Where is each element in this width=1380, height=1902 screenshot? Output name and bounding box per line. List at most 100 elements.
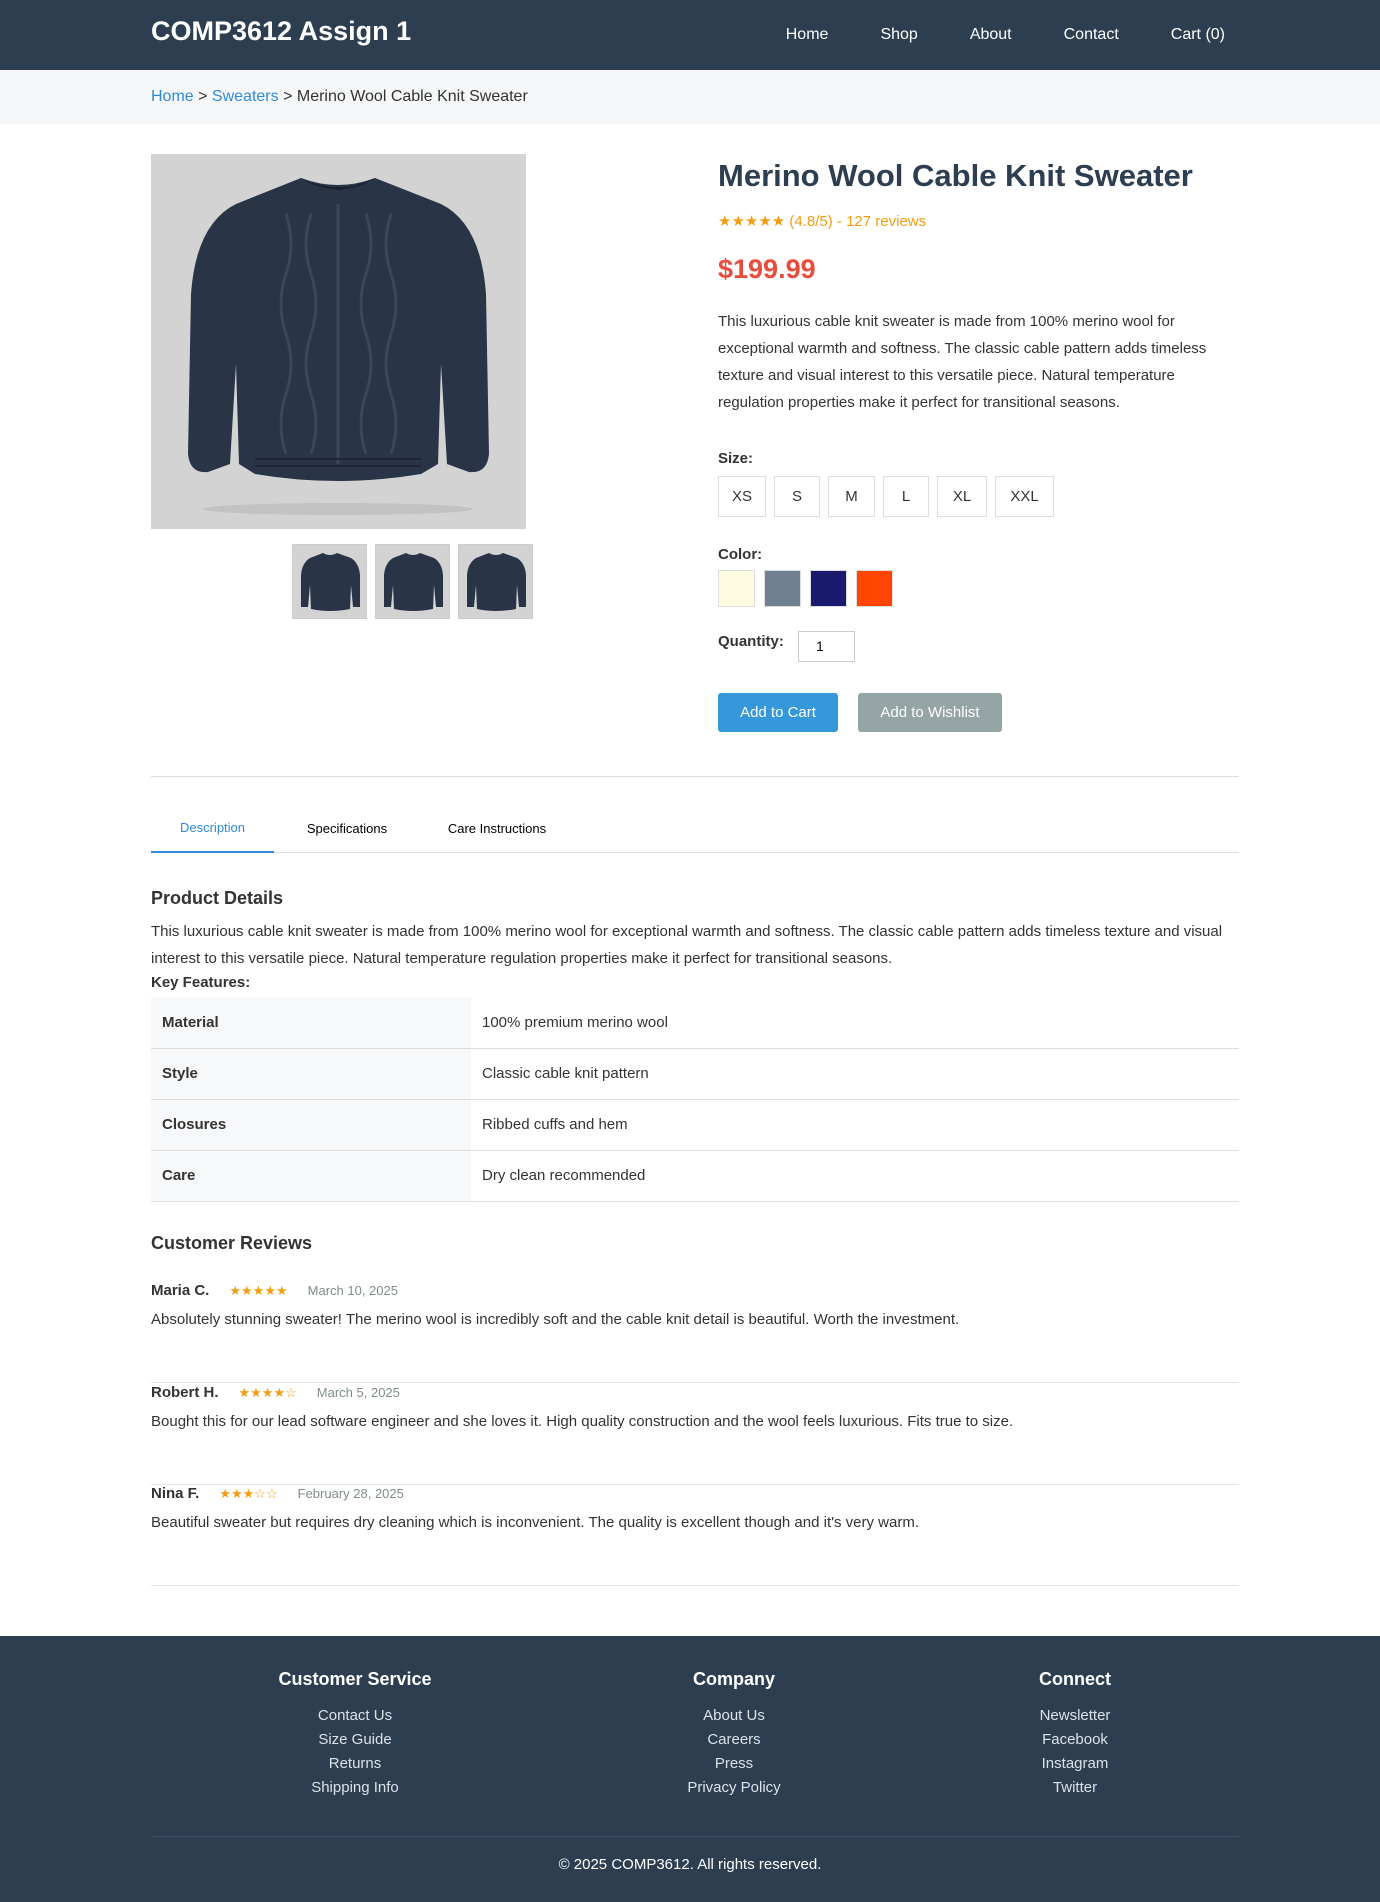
breadcrumb-separator: > (278, 88, 297, 105)
nav-home[interactable]: Home (786, 26, 829, 44)
footer-col-title: Connect (1039, 1669, 1111, 1689)
footer-link[interactable]: About Us (584, 1704, 884, 1728)
reviews-heading: Customer Reviews (151, 1233, 313, 1253)
footer-link[interactable]: Returns (205, 1752, 505, 1776)
product-price: $199.99 (718, 254, 816, 284)
product-tabs: Description Specifications Care Instruct… (151, 803, 1239, 853)
spec-table: Material 100% premium merino wool Style Cl… (151, 997, 1239, 1202)
review-text: Beautiful sweater but requires dry clean… (151, 1514, 919, 1531)
breadcrumb-home[interactable]: Home (151, 88, 194, 105)
nav-cart[interactable]: Cart (0) (1171, 26, 1225, 44)
review-stars: ★★★☆☆ (219, 1485, 278, 1501)
breadcrumb-separator: > (193, 88, 212, 105)
tab-description[interactable]: Description (151, 803, 274, 853)
review-date: March 10, 2025 (307, 1283, 398, 1298)
review-item: Nina F. ★★★☆☆ February 28, 2025 Beautifu… (151, 1485, 1239, 1586)
spec-key: Style (151, 1048, 471, 1100)
nav-about[interactable]: About (970, 26, 1012, 44)
add-to-wishlist-button[interactable]: Add to Wishlist (858, 693, 1002, 732)
table-row: Closures Ribbed cuffs and hem (151, 1099, 1239, 1151)
review-item: Maria C. ★★★★★ March 10, 2025 Absolutely… (151, 1282, 1239, 1383)
footer-link[interactable]: Newsletter (925, 1704, 1225, 1728)
nav-shop[interactable]: Shop (880, 26, 917, 44)
footer-link[interactable]: Privacy Policy (584, 1776, 884, 1800)
tab-care-instructions[interactable]: Care Instructions (420, 803, 574, 853)
color-swatch-cream[interactable] (718, 570, 755, 607)
size-options: XS S M L XL XXL (718, 476, 1054, 517)
quantity-input[interactable]: 1 (798, 631, 855, 662)
footer-col-company: Company About Us Careers Press Privacy P… (584, 1669, 884, 1800)
footer-col-title: Company (692, 1669, 775, 1689)
footer-col-customer-service: Customer Service Contact Us Size Guide R… (205, 1669, 505, 1800)
spec-value: 100% premium merino wool (471, 997, 1239, 1049)
thumbnail-back[interactable] (458, 544, 533, 619)
main-nav: Home Shop About Contact Cart (0) (734, 0, 1225, 70)
footer-link[interactable]: Twitter (925, 1776, 1225, 1800)
thumbnail-strip (292, 544, 533, 619)
size-label: Size: (718, 450, 754, 467)
footer-link[interactable]: Press (584, 1752, 884, 1776)
footer-divider (151, 1836, 1239, 1837)
color-swatch-orange[interactable] (856, 570, 893, 607)
product-description: This luxurious cable knit sweater is mad… (718, 313, 1207, 411)
footer-link[interactable]: Shipping Info (205, 1776, 505, 1800)
review-text: Absolutely stunning sweater! The merino … (151, 1311, 960, 1328)
color-swatch-navy[interactable] (810, 570, 847, 607)
table-row: Care Dry clean recommended (151, 1150, 1239, 1202)
sweater-thumb-icon (384, 553, 443, 611)
spec-key: Care (151, 1150, 471, 1202)
add-to-cart-button[interactable]: Add to Cart (718, 693, 838, 732)
thumbnail-front[interactable] (292, 544, 367, 619)
tab-specifications[interactable]: Specifications (274, 803, 420, 853)
footer-copyright: © 2025 COMP3612. All rights reserved. (558, 1856, 822, 1873)
sweater-image (188, 178, 489, 515)
breadcrumb-sweaters[interactable]: Sweaters (212, 88, 279, 105)
review-stars: ★★★★☆ (238, 1384, 297, 1400)
review-stars: ★★★★★ (229, 1282, 288, 1298)
thumbnail-angle[interactable] (375, 544, 450, 619)
spec-value: Ribbed cuffs and hem (471, 1099, 1239, 1151)
reviewer-name: Maria C. (151, 1282, 210, 1299)
table-row: Material 100% premium merino wool (151, 997, 1239, 1049)
size-option-s[interactable]: S (774, 476, 820, 517)
site-brand[interactable]: COMP3612 Assign 1 (151, 16, 411, 47)
size-option-xxl[interactable]: XXL (995, 476, 1054, 517)
review-text: Bought this for our lead software engine… (151, 1413, 1014, 1430)
spec-value: Classic cable knit pattern (471, 1048, 1239, 1100)
site-header: COMP3612 Assign 1 Home Shop About Contac… (0, 0, 1380, 70)
table-row: Style Classic cable knit pattern (151, 1048, 1239, 1100)
product-section: Merino Wool Cable Knit Sweater ★★★★★ (4.… (0, 124, 1380, 830)
reviewer-name: Robert H. (151, 1384, 219, 1401)
spec-value: Dry clean recommended (471, 1150, 1239, 1202)
size-option-l[interactable]: L (883, 476, 929, 517)
footer-link[interactable]: Contact Us (205, 1704, 505, 1728)
product-main-image (151, 154, 526, 529)
product-rating: ★★★★★ (4.8/5) - 127 reviews (718, 213, 927, 230)
breadcrumb: Home > Sweaters > Merino Wool Cable Knit… (0, 70, 1380, 124)
reviewer-name: Nina F. (151, 1485, 200, 1502)
key-features-label: Key Features: (151, 974, 251, 991)
color-label: Color: (718, 546, 763, 563)
nav-contact[interactable]: Contact (1064, 26, 1119, 44)
spec-key: Closures (151, 1099, 471, 1151)
details-paragraph: This luxurious cable knit sweater is mad… (151, 923, 1223, 967)
review-item: Robert H. ★★★★☆ March 5, 2025 Bought thi… (151, 1384, 1239, 1485)
footer-link[interactable]: Facebook (925, 1728, 1225, 1752)
site-footer: Customer Service Contact Us Size Guide R… (0, 1636, 1380, 1902)
size-option-m[interactable]: M (828, 476, 875, 517)
product-title: Merino Wool Cable Knit Sweater (718, 158, 1193, 193)
spec-key: Material (151, 997, 471, 1049)
footer-link[interactable]: Careers (584, 1728, 884, 1752)
sweater-thumb-icon (467, 553, 526, 611)
size-option-xl[interactable]: XL (937, 476, 987, 517)
quantity-label: Quantity: (718, 633, 784, 650)
footer-col-title: Customer Service (278, 1669, 432, 1689)
review-date: February 28, 2025 (297, 1486, 404, 1501)
color-options (718, 570, 893, 607)
review-date: March 5, 2025 (316, 1385, 400, 1400)
footer-link[interactable]: Size Guide (205, 1728, 505, 1752)
footer-link[interactable]: Instagram (925, 1752, 1225, 1776)
size-option-xs[interactable]: XS (718, 476, 766, 517)
color-swatch-slate[interactable] (764, 570, 801, 607)
section-divider (151, 776, 1239, 777)
